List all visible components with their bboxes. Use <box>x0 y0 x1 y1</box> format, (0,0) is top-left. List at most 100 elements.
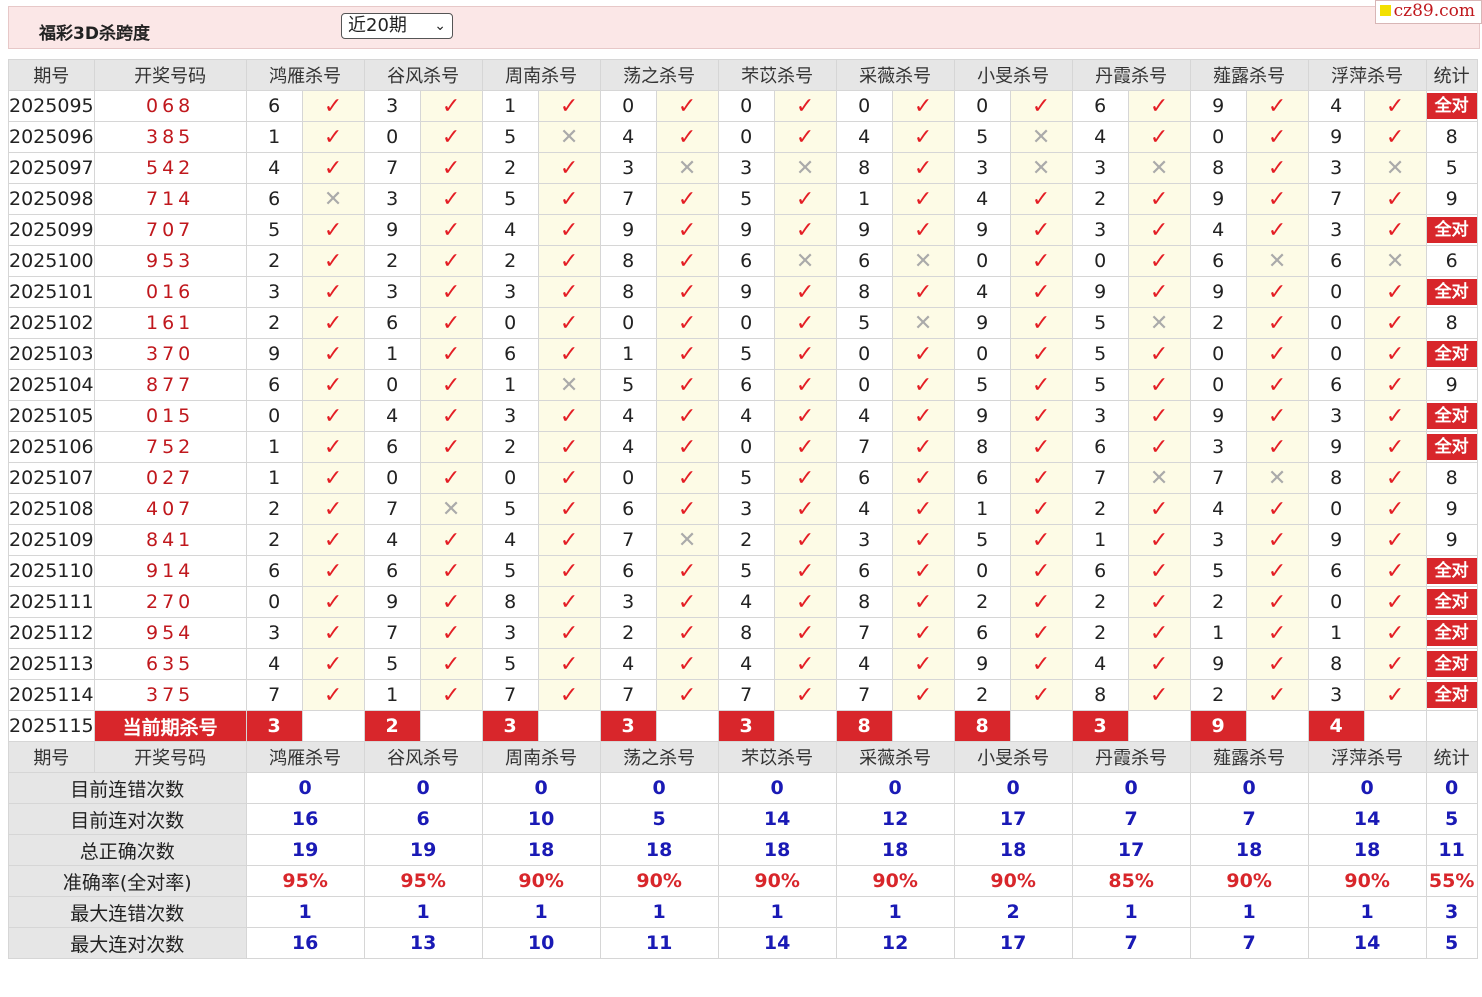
result-mark-cell: ✓ <box>891 121 955 153</box>
result-mark-cell: ✓ <box>1363 617 1427 649</box>
result-mark-cell: ✓ <box>537 338 601 370</box>
cross-icon: ✕ <box>1031 155 1051 181</box>
check-icon: ✓ <box>1385 341 1405 367</box>
result-mark-cell: ✓ <box>773 183 837 215</box>
kill-number-cell: 9 <box>953 648 1011 680</box>
summary-value: 12 <box>835 803 955 835</box>
check-icon: ✓ <box>913 372 933 398</box>
check-icon: ✓ <box>913 403 933 429</box>
draw-number-cell: 385 <box>93 121 247 153</box>
all-correct-badge: 全对 <box>1427 620 1477 646</box>
result-mark-cell: ✓ <box>655 617 719 649</box>
stat-cell: 全对 <box>1425 431 1478 463</box>
check-icon: ✓ <box>913 124 933 150</box>
all-correct-badge: 全对 <box>1427 651 1477 677</box>
kill-number-cell: 9 <box>953 307 1011 339</box>
kill-number-cell: 9 <box>1307 524 1365 556</box>
col-header-stat: 统计 <box>1425 59 1478 91</box>
kill-number-cell: 4 <box>835 121 893 153</box>
result-mark-cell: ✓ <box>419 462 483 494</box>
result-mark-cell: ✓ <box>1245 524 1309 556</box>
summary-value: 90% <box>1307 865 1427 897</box>
summary-value: 17 <box>1071 834 1191 866</box>
summary-stat: 5 <box>1425 927 1478 959</box>
kill-number-cell: 5 <box>245 214 303 246</box>
summary-label: 目前连对次数 <box>8 803 247 835</box>
check-icon: ✓ <box>1031 558 1051 584</box>
issue-cell: 2025095 <box>8 90 95 122</box>
kill-number-cell: 2 <box>245 307 303 339</box>
kill-number-cell: 5 <box>953 369 1011 401</box>
kill-number-cell: 9 <box>1307 431 1365 463</box>
kill-number-cell: 0 <box>599 307 657 339</box>
check-icon: ✓ <box>441 620 461 646</box>
kill-number-cell: 1 <box>599 338 657 370</box>
check-icon: ✓ <box>1267 403 1287 429</box>
result-mark-cell: ✓ <box>1363 276 1427 308</box>
result-mark-cell: ✓ <box>537 555 601 587</box>
kill-number-cell: 0 <box>717 90 775 122</box>
check-icon: ✓ <box>323 527 343 553</box>
summary-value: 1 <box>363 896 483 928</box>
check-icon: ✓ <box>559 341 579 367</box>
kill-number-cell: 2 <box>1189 586 1247 618</box>
result-mark-cell: ✕ <box>537 369 601 401</box>
result-mark-cell: ✓ <box>1363 586 1427 618</box>
check-icon: ✓ <box>1149 93 1169 119</box>
kill-number-cell: 8 <box>481 586 539 618</box>
result-mark-cell: ✓ <box>537 462 601 494</box>
result-mark-cell: ✓ <box>419 648 483 680</box>
all-correct-badge: 全对 <box>1427 682 1477 708</box>
result-mark-cell: ✓ <box>773 214 837 246</box>
check-icon: ✓ <box>559 217 579 243</box>
kill-number-cell: 9 <box>717 276 775 308</box>
col-header-expert: 采薇杀号 <box>835 59 955 91</box>
summary-value: 6 <box>363 803 483 835</box>
kill-number-cell: 4 <box>599 648 657 680</box>
check-icon: ✓ <box>795 403 815 429</box>
result-mark-cell: ✓ <box>891 462 955 494</box>
check-icon: ✓ <box>677 217 697 243</box>
col-header-expert: 浮萍杀号 <box>1307 741 1427 773</box>
result-mark-cell: ✓ <box>419 214 483 246</box>
result-mark-cell: ✕ <box>1127 462 1191 494</box>
all-correct-badge: 全对 <box>1427 589 1477 615</box>
current-kill-number: 4 <box>1307 710 1365 742</box>
stat-count: 8 <box>1445 126 1458 148</box>
kill-number-cell: 6 <box>717 369 775 401</box>
check-icon: ✓ <box>323 465 343 491</box>
check-icon: ✓ <box>913 186 933 212</box>
result-mark-cell: ✓ <box>301 121 365 153</box>
kill-number-cell: 6 <box>1071 555 1129 587</box>
kill-number-cell: 4 <box>599 400 657 432</box>
issue-cell: 2025111 <box>8 586 95 618</box>
issue-cell: 2025109 <box>8 524 95 556</box>
result-mark-cell: ✕ <box>419 493 483 525</box>
kill-number-cell: 5 <box>481 555 539 587</box>
summary-label: 最大连对次数 <box>8 927 247 959</box>
check-icon: ✓ <box>1385 310 1405 336</box>
summary-value: 18 <box>481 834 601 866</box>
summary-stat: 3 <box>1425 896 1478 928</box>
result-mark-cell: ✓ <box>1245 679 1309 711</box>
check-icon: ✓ <box>677 186 697 212</box>
check-icon: ✓ <box>795 434 815 460</box>
summary-value: 0 <box>481 772 601 804</box>
current-empty-cell <box>1009 710 1073 742</box>
check-icon: ✓ <box>795 93 815 119</box>
col-header-expert: 鸿雁杀号 <box>245 59 365 91</box>
kill-number-cell: 8 <box>1189 152 1247 184</box>
site-badge[interactable]: cz89.com <box>1374 0 1482 24</box>
check-icon: ✓ <box>795 682 815 708</box>
check-icon: ✓ <box>913 527 933 553</box>
result-mark-cell: ✓ <box>1009 307 1073 339</box>
result-mark-cell: ✓ <box>1127 121 1191 153</box>
kill-number-cell: 9 <box>717 214 775 246</box>
table-row: 2025114 375 7 ✓ 1 ✓ 7 ✓ 7 ✓ 7 ✓ 7 ✓ 2 ✓ 8 ✓ 2 ✓ 3 ✓ 全对 <box>8 679 1478 711</box>
check-icon: ✓ <box>441 248 461 274</box>
table-row: 2025098 714 6 ✕ 3 ✓ 5 ✓ 7 ✓ 5 ✓ 1 ✓ 4 ✓ 2 ✓ 9 ✓ 7 ✓ 9 <box>8 183 1478 215</box>
period-select[interactable]: 近20期 ⌄ <box>341 13 453 39</box>
check-icon: ✓ <box>1149 279 1169 305</box>
result-mark-cell: ✓ <box>419 617 483 649</box>
summary-row: 总正确次数 19 19 18 18 18 18 18 17 18 18 11 <box>8 834 1478 866</box>
